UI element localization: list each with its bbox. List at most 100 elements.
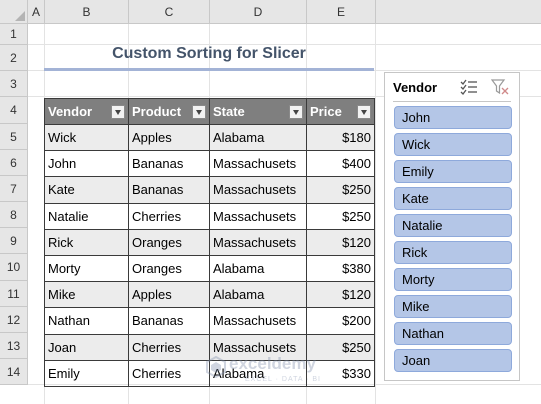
cell-state[interactable]: Massachusets — [209, 228, 307, 256]
header-label: Price — [310, 104, 342, 119]
column-header-c[interactable]: C — [129, 0, 210, 24]
cell-vendor[interactable]: Emily — [44, 359, 129, 387]
cell-product[interactable]: Oranges — [128, 228, 210, 256]
cell-price[interactable]: $200 — [306, 307, 375, 335]
filter-dropdown-icon[interactable] — [357, 105, 371, 119]
row-header-6[interactable]: 6 — [0, 150, 28, 176]
cell-product[interactable]: Bananas — [128, 176, 210, 204]
row-header-13[interactable]: 13 — [0, 333, 28, 359]
cell-state[interactable]: Massachusets — [209, 176, 307, 204]
row-header-10[interactable]: 10 — [0, 254, 28, 281]
row-header-14[interactable]: 14 — [0, 359, 28, 385]
slicer-header: Vendor — [385, 73, 519, 101]
cell-price[interactable]: $120 — [306, 281, 375, 309]
cell-state[interactable]: Massachusets — [209, 150, 307, 178]
table-row: Rick Oranges Massachusets $120 — [44, 228, 375, 256]
slicer-item-kate[interactable]: Kate — [394, 187, 512, 210]
slicer-item-wick[interactable]: Wick — [394, 133, 512, 156]
cell-product[interactable]: Bananas — [128, 150, 210, 178]
cell-product[interactable]: Cherries — [128, 333, 210, 361]
cell-product[interactable]: Cherries — [128, 202, 210, 230]
cell-price[interactable]: $330 — [306, 359, 375, 387]
cell-product[interactable]: Cherries — [128, 359, 210, 387]
slicer-item-natalie[interactable]: Natalie — [394, 214, 512, 237]
select-all-corner[interactable] — [0, 0, 28, 24]
cell-product[interactable]: Apples — [128, 123, 210, 152]
column-header-b[interactable]: B — [45, 0, 129, 24]
slicer-title: Vendor — [393, 80, 438, 95]
row-header-9[interactable]: 9 — [0, 228, 28, 254]
table-row: Natalie Cherries Massachusets $250 — [44, 202, 375, 230]
row-header-2[interactable]: 2 — [0, 45, 28, 71]
cell-state[interactable]: Alabama — [209, 123, 307, 152]
cell-state[interactable]: Alabama — [209, 254, 307, 283]
header-price: Price — [306, 98, 375, 125]
cell-product[interactable]: Oranges — [128, 254, 210, 283]
table-row: John Bananas Massachusets $400 — [44, 150, 375, 178]
column-header-a[interactable]: A — [28, 0, 45, 24]
vendor-slicer[interactable]: Vendor John Wick Emily Kate Natalie Rick — [384, 72, 520, 381]
table-row: Kate Bananas Massachusets $250 — [44, 176, 375, 204]
cell-product[interactable]: Bananas — [128, 307, 210, 335]
cell-vendor[interactable]: Nathan — [44, 307, 129, 335]
filter-dropdown-icon[interactable] — [289, 105, 303, 119]
cell-price[interactable]: $250 — [306, 176, 375, 204]
clear-filter-icon[interactable] — [491, 79, 509, 95]
cell-vendor[interactable]: Morty — [44, 254, 129, 283]
column-header-e[interactable]: E — [307, 0, 376, 24]
cell-vendor[interactable]: Kate — [44, 176, 129, 204]
cell-vendor[interactable]: Wick — [44, 123, 129, 152]
column-header-blank — [376, 0, 541, 24]
header-product: Product — [128, 98, 210, 125]
cell-state[interactable]: Massachusets — [209, 333, 307, 361]
table-row: Wick Apples Alabama $180 — [44, 123, 375, 152]
filter-dropdown-icon[interactable] — [192, 105, 206, 119]
cell-state[interactable]: Massachusets — [209, 202, 307, 230]
cell-state[interactable]: Massachusets — [209, 307, 307, 335]
slicer-item-mike[interactable]: Mike — [394, 295, 512, 318]
table-row: Joan Cherries Massachusets $250 — [44, 333, 375, 361]
cell-price[interactable]: $400 — [306, 150, 375, 178]
slicer-separator — [393, 101, 511, 102]
cell-price[interactable]: $250 — [306, 333, 375, 361]
slicer-item-john[interactable]: John — [394, 106, 512, 129]
table-row: Morty Oranges Alabama $380 — [44, 254, 375, 283]
cell-vendor[interactable]: Joan — [44, 333, 129, 361]
row-header-8[interactable]: 8 — [0, 202, 28, 228]
filter-dropdown-icon[interactable] — [111, 105, 125, 119]
row-header-5[interactable]: 5 — [0, 124, 28, 150]
table-row: Emily Cherries Alabama $330 — [44, 359, 375, 387]
slicer-item-nathan[interactable]: Nathan — [394, 322, 512, 345]
slicer-item-list: John Wick Emily Kate Natalie Rick Morty … — [394, 106, 512, 376]
multi-select-icon[interactable] — [460, 79, 478, 95]
slicer-item-rick[interactable]: Rick — [394, 241, 512, 264]
row-header-4[interactable]: 4 — [0, 97, 28, 124]
cell-price[interactable]: $120 — [306, 228, 375, 256]
cell-state[interactable]: Alabama — [209, 359, 307, 387]
row-header-1[interactable]: 1 — [0, 24, 28, 45]
cell-vendor[interactable]: Rick — [44, 228, 129, 256]
row-header-7[interactable]: 7 — [0, 176, 28, 202]
cell-state[interactable]: Alabama — [209, 281, 307, 309]
cell-vendor[interactable]: Natalie — [44, 202, 129, 230]
sheet-title: Custom Sorting for Slicer — [112, 45, 306, 62]
cell-price[interactable]: $250 — [306, 202, 375, 230]
column-header-d[interactable]: D — [210, 0, 307, 24]
cell-vendor[interactable]: John — [44, 150, 129, 178]
slicer-item-morty[interactable]: Morty — [394, 268, 512, 291]
cell-product[interactable]: Apples — [128, 281, 210, 309]
slicer-item-emily[interactable]: Emily — [394, 160, 512, 183]
cell-vendor[interactable]: Mike — [44, 281, 129, 309]
row-header-3[interactable]: 3 — [0, 71, 28, 97]
row-header-12[interactable]: 12 — [0, 307, 28, 333]
header-vendor: Vendor — [44, 98, 129, 125]
row-header-11[interactable]: 11 — [0, 281, 28, 307]
cell-price[interactable]: $380 — [306, 254, 375, 283]
slicer-item-joan[interactable]: Joan — [394, 349, 512, 372]
spreadsheet: A B C D E 1 2 3 4 5 6 7 8 9 10 11 12 13 … — [0, 0, 541, 404]
table-row: Mike Apples Alabama $120 — [44, 281, 375, 309]
title-underline — [44, 68, 374, 71]
gridline — [375, 24, 376, 404]
header-state: State — [209, 98, 307, 125]
cell-price[interactable]: $180 — [306, 123, 375, 152]
